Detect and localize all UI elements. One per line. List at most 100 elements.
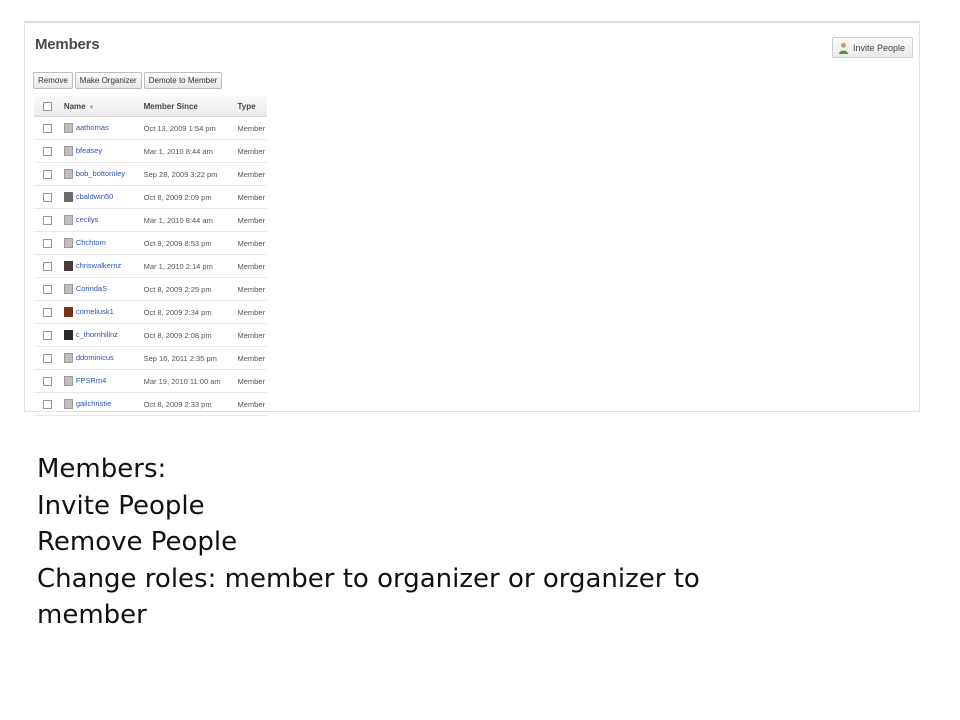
select-all-cell (34, 96, 62, 117)
avatar (63, 192, 73, 202)
row-checkbox-cell (34, 392, 62, 416)
row-checkbox-cell (34, 323, 62, 347)
row-checkbox-cell (34, 208, 62, 232)
member-name-link[interactable]: bfeasey (76, 146, 102, 155)
table-row: c_thornhillnz Oct 8, 2009 2:08 pm Member (34, 323, 267, 347)
member-name-link[interactable]: ddominicus (76, 353, 114, 362)
row-checkbox[interactable] (43, 192, 53, 202)
avatar (63, 238, 73, 248)
table-row: aathomas Oct 13, 2009 1:54 pm Member (34, 116, 267, 140)
member-type-cell: Member (235, 231, 267, 255)
table-header-row: Name ▼ Member Since Type (34, 96, 267, 117)
avatar (63, 169, 73, 179)
member-since-cell: Mar 1, 2010 2:14 pm (141, 254, 236, 278)
member-type-cell: Member (235, 346, 267, 370)
make-organizer-button[interactable]: Make Organizer (74, 72, 142, 89)
row-checkbox[interactable] (43, 169, 53, 179)
member-name-link[interactable]: CorindaS (76, 284, 107, 293)
avatar (63, 261, 73, 271)
row-checkbox[interactable] (43, 215, 53, 225)
table-row: bob_bottomley Sep 28, 2009 3:22 pm Member (34, 162, 267, 186)
member-since-cell: Mar 19, 2010 11:00 am (141, 369, 236, 393)
member-name-link[interactable]: bob_bottomley (76, 169, 125, 178)
avatar (63, 353, 73, 363)
row-checkbox[interactable] (43, 261, 53, 271)
demote-to-member-button[interactable]: Demote to Member (143, 72, 223, 89)
table-row: chriswalkernz Mar 1, 2010 2:14 pm Member (34, 254, 267, 278)
member-type-cell: Member (235, 369, 267, 393)
member-name-link[interactable]: c_thornhillnz (76, 330, 118, 339)
select-all-checkbox[interactable] (43, 101, 53, 111)
row-checkbox[interactable] (43, 284, 53, 294)
member-name-cell: cecilys (61, 208, 142, 232)
member-type-cell: Member (235, 116, 267, 140)
avatar (63, 399, 73, 409)
caption-line: Change roles: member to organizer or org… (37, 563, 700, 594)
row-checkbox-cell (34, 300, 62, 324)
member-name-link[interactable]: cbaldwin50 (76, 192, 114, 201)
panel-title: Members (35, 36, 100, 53)
member-name-link[interactable]: corneliusk1 (76, 307, 114, 316)
row-checkbox[interactable] (43, 238, 53, 248)
member-name-cell: bob_bottomley (61, 162, 142, 186)
member-type-cell: Member (235, 323, 267, 347)
caption-line: Invite People (37, 490, 205, 521)
member-name-link[interactable]: cecilys (76, 215, 99, 224)
row-checkbox[interactable] (43, 399, 53, 409)
invite-people-label: Invite People (852, 42, 905, 53)
table-row: cecilys Mar 1, 2010 8:44 am Member (34, 208, 267, 232)
member-name-cell: aathomas (61, 116, 142, 140)
member-name-link[interactable]: aathomas (76, 123, 109, 132)
slide-caption: Members: Invite People Remove People Cha… (37, 451, 700, 634)
row-checkbox-cell (34, 369, 62, 393)
member-name-cell: cbaldwin50 (61, 185, 142, 209)
member-type-cell: Member (235, 300, 267, 324)
member-name-link[interactable]: FPSRm4 (76, 376, 106, 385)
member-type-cell: Member (235, 277, 267, 301)
table-row: corneliusk1 Oct 8, 2009 2:34 pm Member (34, 300, 267, 324)
member-name-cell: bfeasey (61, 139, 142, 163)
member-since-cell: Oct 8, 2009 2:08 pm (141, 323, 236, 347)
invite-people-button[interactable]: Invite People (831, 37, 913, 58)
column-name-header[interactable]: Name ▼ (61, 96, 142, 117)
table-row: cbaldwin50 Oct 8, 2009 2:09 pm Member (34, 185, 267, 209)
member-name-cell: FPSRm4 (61, 369, 142, 393)
member-type-cell: Member (235, 254, 267, 278)
member-since-cell: Oct 8, 2009 2:34 pm (141, 300, 236, 324)
row-checkbox-cell (34, 162, 62, 186)
table-row: Chchtom Oct 9, 2009 8:53 pm Member (34, 231, 267, 255)
table-row: FPSRm4 Mar 19, 2010 11:00 am Member (34, 369, 267, 393)
row-checkbox[interactable] (43, 146, 53, 156)
row-checkbox[interactable] (43, 353, 53, 363)
member-name-cell: ddominicus (61, 346, 142, 370)
member-since-cell: Oct 13, 2009 1:54 pm (141, 116, 236, 140)
avatar (63, 146, 73, 156)
row-checkbox[interactable] (43, 330, 53, 340)
row-checkbox[interactable] (43, 123, 53, 133)
member-since-cell: Mar 1, 2010 8:44 am (141, 139, 236, 163)
row-checkbox-cell (34, 139, 62, 163)
row-checkbox-cell (34, 277, 62, 301)
column-member-since-header[interactable]: Member Since (141, 96, 236, 117)
avatar (63, 307, 73, 317)
avatar (63, 123, 73, 133)
member-name-link[interactable]: gailchristie (76, 399, 111, 408)
table-row: CorindaS Oct 8, 2009 2:25 pm Member (34, 277, 267, 301)
column-type-header[interactable]: Type (235, 96, 267, 117)
caption-line: member (37, 600, 147, 630)
row-checkbox[interactable] (43, 307, 53, 317)
member-name-cell: Chchtom (61, 231, 142, 255)
member-since-cell: Oct 8, 2009 2:25 pm (141, 277, 236, 301)
member-name-link[interactable]: Chchtom (76, 238, 106, 247)
row-checkbox[interactable] (43, 376, 53, 386)
table-row: ddominicus Sep 16, 2011 2:35 pm Member (34, 346, 267, 370)
member-name-link[interactable]: chriswalkernz (76, 261, 121, 270)
row-checkbox-cell (34, 116, 62, 140)
remove-button[interactable]: Remove (33, 72, 73, 89)
member-name-cell: corneliusk1 (61, 300, 142, 324)
member-name-cell: c_thornhillnz (61, 323, 142, 347)
member-name-cell: gailchristie (61, 392, 142, 416)
member-since-cell: Oct 8, 2009 2:09 pm (141, 185, 236, 209)
person-icon (838, 42, 848, 54)
member-since-cell: Sep 16, 2011 2:35 pm (141, 346, 236, 370)
